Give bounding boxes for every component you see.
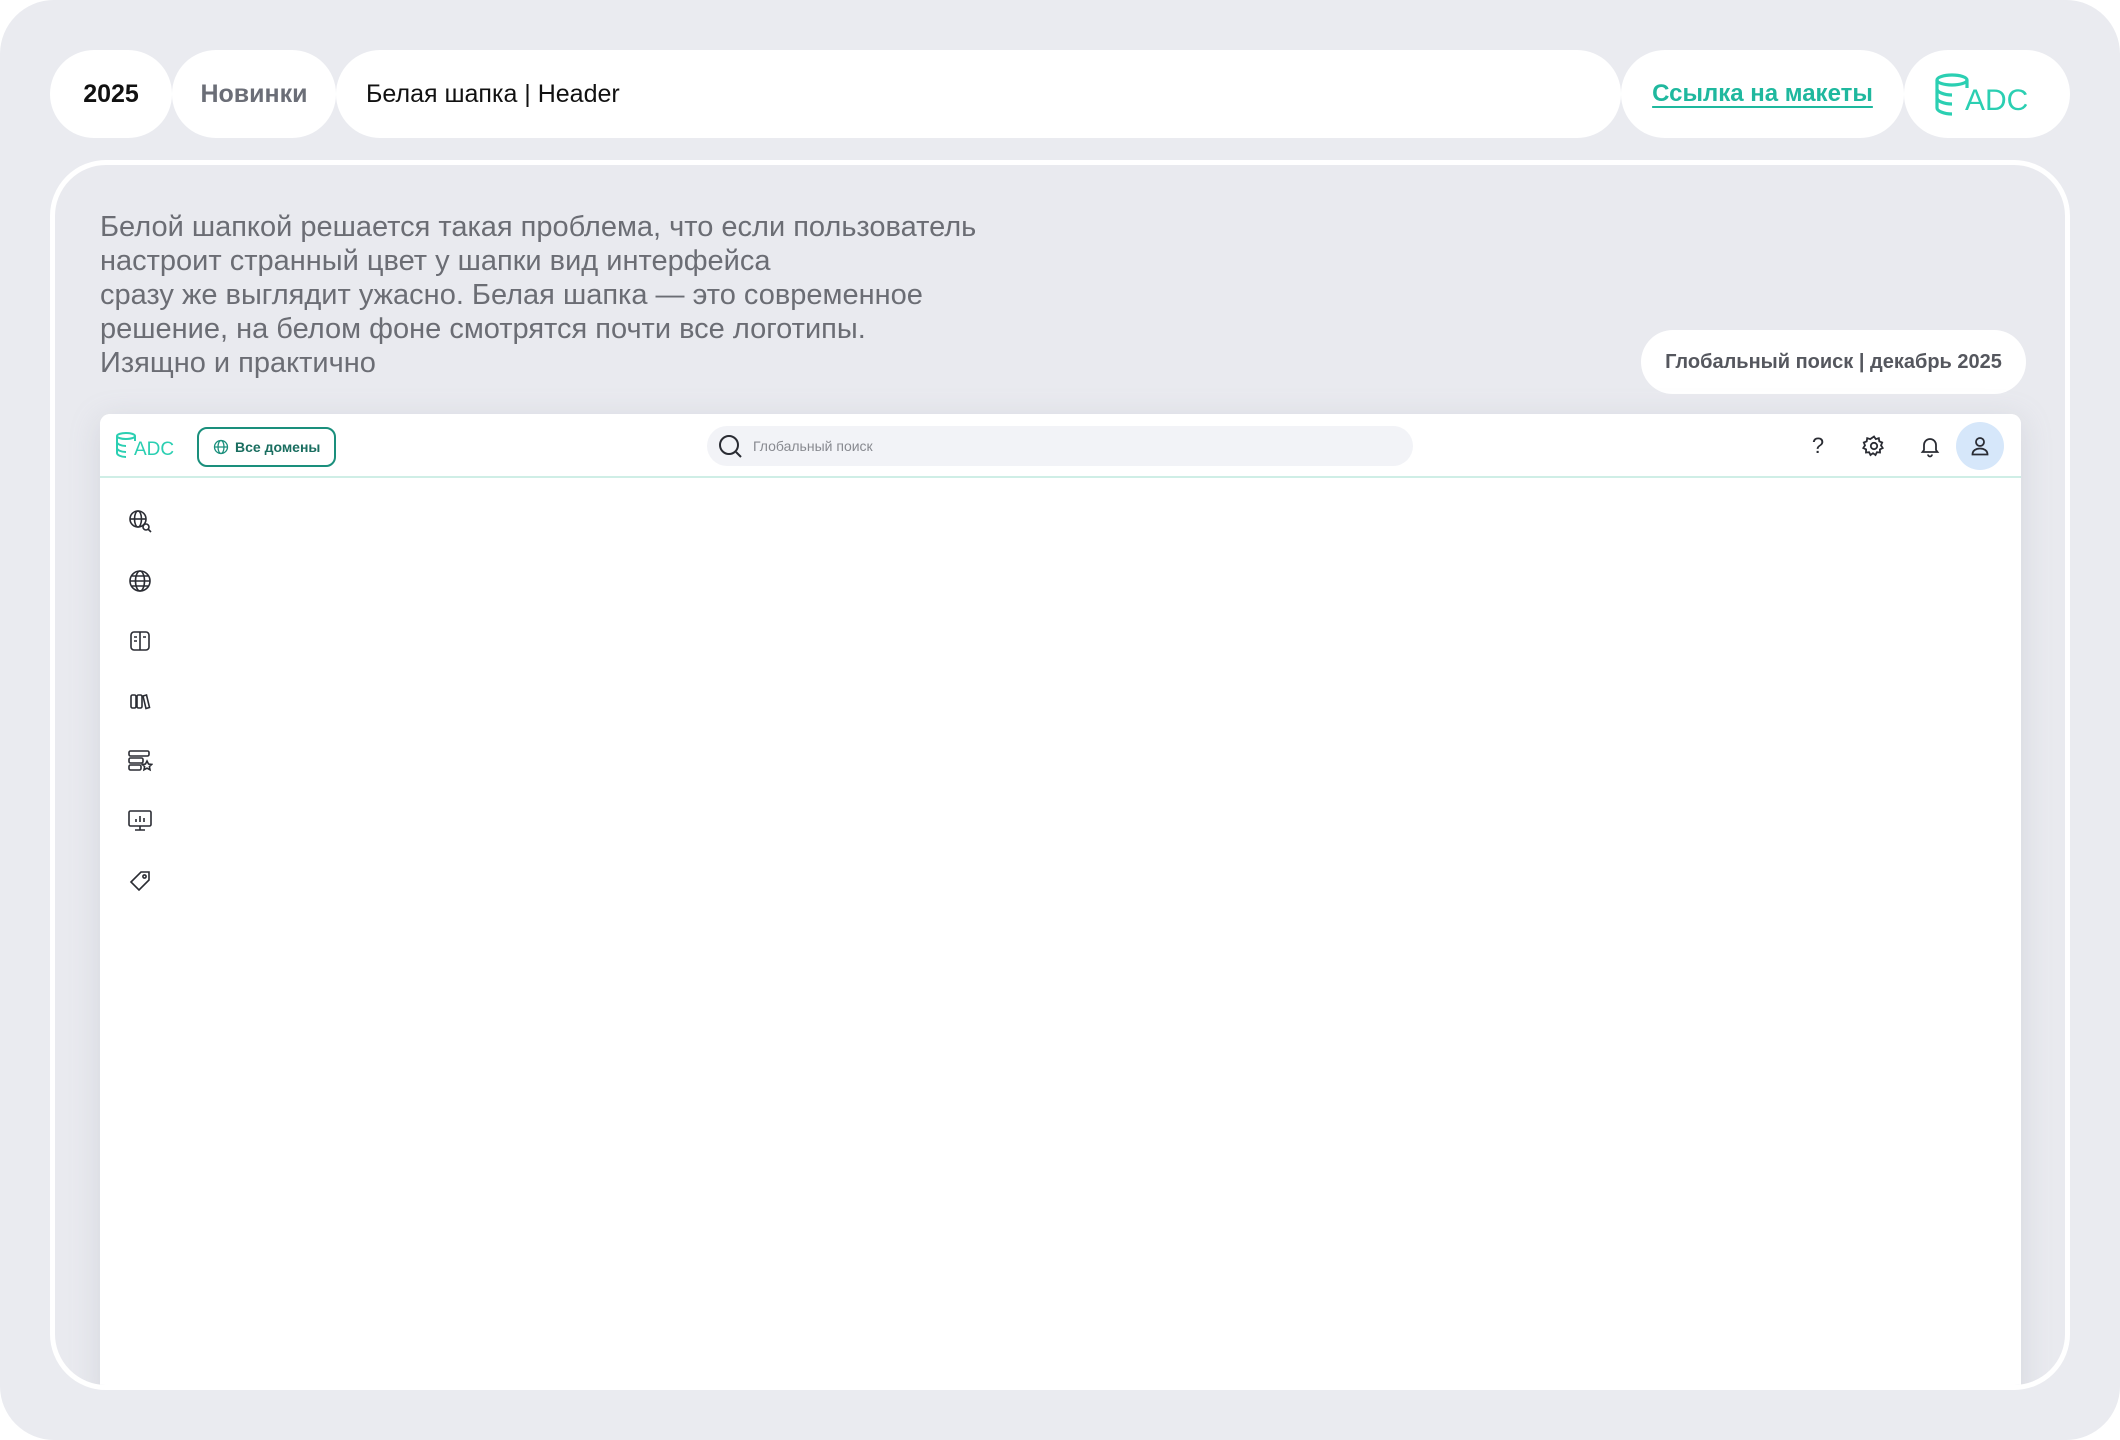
sidebar-item-favorites-data[interactable] — [126, 747, 154, 775]
release-badge-label: Глобальный поиск | декабрь 2025 — [1665, 350, 2002, 373]
sidebar-item-domain-search[interactable] — [126, 507, 154, 535]
release-badge: Глобальный поиск | декабрь 2025 — [1641, 330, 2026, 394]
app-logo[interactable]: ADC — [114, 430, 180, 465]
help-icon: ? — [1811, 433, 1825, 458]
monitor-chart-icon — [128, 810, 152, 831]
globe-search-icon — [129, 510, 152, 533]
globe-icon — [129, 570, 151, 592]
mockups-link[interactable]: Ссылка на макеты — [1652, 80, 1873, 108]
search-icon — [719, 435, 742, 458]
notifications-button[interactable] — [1914, 430, 1946, 462]
all-domains-button[interactable]: Все домены — [197, 427, 337, 467]
news-label: Новинки — [200, 79, 308, 108]
app-mockup: ADC Все домены Глобальный поиск ? — [100, 414, 2021, 1385]
adc-logo: ADC — [1935, 73, 2028, 117]
description-line: Изящно и практично — [100, 347, 376, 379]
gear-icon — [1862, 435, 1885, 457]
description: Белой шапкой решается такая проблема, чт… — [100, 210, 1100, 380]
bell-icon — [1920, 438, 1940, 458]
svg-text:ADC: ADC — [1965, 84, 2028, 117]
description-line: настроит странный цвет у шапки вид интер… — [100, 245, 771, 277]
page-title-pill: Белая шапка | Header — [336, 50, 1621, 138]
description-line: решение, на белом фоне смотрятся почти в… — [100, 313, 866, 345]
app-logo-icon: ADC — [116, 432, 174, 460]
description-line: Белой шапкой решается такая проблема, чт… — [100, 211, 977, 243]
news-tab[interactable]: Новинки — [172, 50, 336, 138]
library-icon — [130, 694, 151, 710]
all-domains-label: Все домены — [235, 439, 321, 455]
tag-icon — [129, 871, 150, 892]
global-search[interactable] — [707, 426, 1413, 466]
sidebar-item-glossary[interactable] — [126, 627, 154, 655]
page-frame: 2025 Новинки Белая шапка | Header Ссылка… — [0, 0, 2120, 1440]
sidebar-item-library[interactable] — [126, 687, 154, 715]
year-label: 2025 — [83, 79, 139, 108]
help-button[interactable]: ? — [1802, 430, 1834, 462]
user-avatar-button[interactable] — [1956, 422, 2004, 470]
svg-text:ADC: ADC — [134, 439, 174, 460]
year-pill: 2025 — [50, 50, 172, 138]
page-title: Белая шапка | Header — [366, 79, 620, 108]
mockups-link-pill[interactable]: Ссылка на макеты — [1621, 50, 1904, 138]
content-card: Белой шапкой решается такая проблема, чт… — [50, 160, 2070, 1390]
settings-button[interactable] — [1858, 430, 1890, 462]
app-header: ADC Все домены Глобальный поиск ? — [100, 414, 2021, 478]
sidebar-item-dashboards[interactable] — [126, 807, 154, 835]
description-line: сразу же выглядит ужасно. Белая шапка — … — [100, 279, 923, 311]
globe-icon — [213, 439, 229, 455]
brand-logo-pill: ADC — [1904, 50, 2070, 138]
book-icon — [130, 631, 150, 651]
sidebar-item-domains[interactable] — [126, 567, 154, 595]
database-star-icon — [128, 750, 153, 772]
search-input[interactable] — [753, 438, 1353, 454]
user-icon — [1971, 437, 1989, 456]
sidebar-item-tags[interactable] — [126, 867, 154, 895]
